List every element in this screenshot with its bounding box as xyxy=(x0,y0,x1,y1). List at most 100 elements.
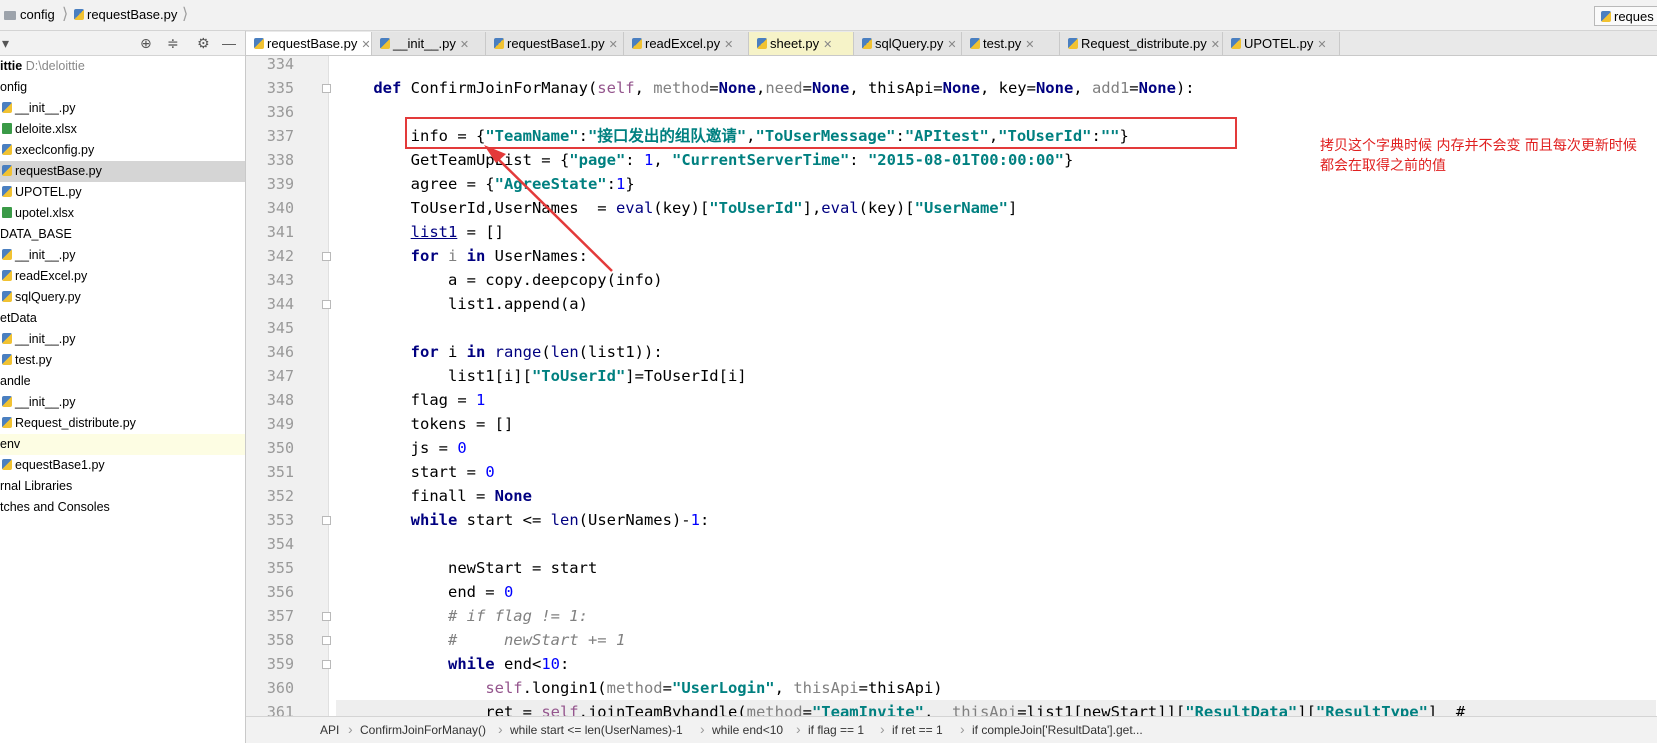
tree-item[interactable]: andle xyxy=(0,371,245,392)
tree-project-root[interactable]: ittie D:\deloittie xyxy=(0,56,245,77)
code-line[interactable]: ToUserId,UserNames = eval(key)["ToUserId… xyxy=(336,196,1018,220)
code-line[interactable]: start = 0 xyxy=(336,460,495,484)
code-breadcrumb-item[interactable]: if ret == 1 xyxy=(892,723,943,737)
close-tab-icon[interactable]: ✕ xyxy=(724,39,733,51)
tree-item[interactable]: __init__.py xyxy=(0,245,245,266)
fold-marker-icon[interactable] xyxy=(322,636,331,645)
fold-marker-icon[interactable] xyxy=(322,84,331,93)
editor-tab[interactable]: Request_distribute.py ✕ xyxy=(1060,32,1223,55)
python-file-icon xyxy=(1068,38,1078,49)
code-line[interactable]: for i in range(len(list1)): xyxy=(336,340,663,364)
close-tab-icon[interactable]: ✕ xyxy=(1211,39,1220,51)
close-tab-icon[interactable]: ✕ xyxy=(947,39,956,51)
close-tab-icon[interactable]: ✕ xyxy=(460,39,469,51)
breadcrumb-config[interactable]: config xyxy=(4,7,55,22)
tree-item[interactable]: equestBase1.py xyxy=(0,455,245,476)
fold-marker-icon[interactable] xyxy=(322,300,331,309)
hide-panel-icon[interactable]: — xyxy=(222,34,236,52)
editor-tab[interactable]: sheet.py ✕ xyxy=(749,32,854,55)
line-number: 347 xyxy=(266,367,294,385)
code-token: "AgreeState" xyxy=(494,175,607,193)
tree-item[interactable]: requestBase.py xyxy=(0,161,245,182)
code-line[interactable]: self.longin1(method="UserLogin", thisApi… xyxy=(336,676,942,700)
fold-marker-icon[interactable] xyxy=(322,612,331,621)
code-breadcrumb-item[interactable]: API xyxy=(320,723,339,737)
line-number: 357 xyxy=(266,607,294,625)
tree-item[interactable]: Request_distribute.py xyxy=(0,413,245,434)
code-line[interactable]: js = 0 xyxy=(336,436,467,460)
tree-item[interactable]: deloite.xlsx xyxy=(0,119,245,140)
code-line[interactable]: list1 = [] xyxy=(336,220,504,244)
code-line[interactable]: end = 0 xyxy=(336,580,513,604)
tree-item[interactable]: __init__.py xyxy=(0,392,245,413)
tree-item-label: test.py xyxy=(15,353,52,367)
tree-item[interactable]: onfig xyxy=(0,77,245,98)
close-tab-icon[interactable]: ✕ xyxy=(1317,39,1326,51)
code-line[interactable]: GetTeamUpList = {"page": 1, "CurrentServ… xyxy=(336,148,1074,172)
breadcrumb-requestbase[interactable]: requestBase.py xyxy=(74,7,177,22)
code-breadcrumb-item[interactable]: ConfirmJoinForManay() xyxy=(360,723,486,737)
tree-item[interactable]: tches and Consoles xyxy=(0,497,245,518)
code-line[interactable]: flag = 1 xyxy=(336,388,486,412)
tree-item-label: __init__.py xyxy=(15,395,76,409)
fold-marker-icon[interactable] xyxy=(322,516,331,525)
code-line[interactable]: a = copy.deepcopy(info) xyxy=(336,268,663,292)
close-tab-icon[interactable]: ✕ xyxy=(361,39,370,51)
editor-tab[interactable]: requestBase.py ✕ xyxy=(246,32,372,55)
editor-tab-bar: requestBase.py ✕ __init__.py ✕ requestBase1.… xyxy=(246,31,1657,56)
tree-item[interactable]: DATA_BASE xyxy=(0,224,245,245)
code-token: "2015-08-01T00:00:00" xyxy=(867,151,1064,169)
editor-tab[interactable]: sqlQuery.py ✕ xyxy=(854,32,962,55)
collapse-all-icon[interactable]: ≑ xyxy=(167,34,179,52)
editor-tab[interactable]: __init__.py ✕ xyxy=(372,32,486,55)
editor-tab[interactable]: readExcel.py ✕ xyxy=(624,32,749,55)
tree-item[interactable]: __init__.py xyxy=(0,329,245,350)
code-line[interactable]: ret = self.joinTeamByhandle(method="Team… xyxy=(336,700,1656,716)
code-token: method xyxy=(746,703,803,716)
code-line[interactable]: list1[i]["ToUserId"]=ToUserId[i] xyxy=(336,364,747,388)
code-breadcrumb-item[interactable]: while end<10 xyxy=(712,723,783,737)
fold-marker-icon[interactable] xyxy=(322,660,331,669)
code-token: finall = xyxy=(336,487,495,505)
tree-item[interactable]: etData xyxy=(0,308,245,329)
code-token: None xyxy=(942,79,980,97)
run-configuration-selector[interactable]: reques xyxy=(1594,6,1657,26)
code-breadcrumb-item[interactable]: if compleJoin['ResultData'].get... xyxy=(972,723,1143,737)
tree-item[interactable]: sqlQuery.py xyxy=(0,287,245,308)
code-line[interactable]: for i in UserNames: xyxy=(336,244,588,268)
tab-label: UPOTEL.py xyxy=(1244,36,1314,51)
tree-item[interactable]: readExcel.py xyxy=(0,266,245,287)
code-line[interactable]: def ConfirmJoinForManay(self, method=Non… xyxy=(336,76,1194,100)
code-token: : xyxy=(699,511,710,529)
editor-tab[interactable]: UPOTEL.py ✕ xyxy=(1223,32,1340,55)
tree-item[interactable]: test.py xyxy=(0,350,245,371)
code-line[interactable]: # if flag != 1: xyxy=(336,604,588,628)
code-line[interactable]: newStart = start xyxy=(336,556,597,580)
view-dropdown-icon[interactable]: ▾ xyxy=(2,34,9,52)
editor-tab[interactable]: test.py ✕ xyxy=(962,32,1060,55)
close-tab-icon[interactable]: ✕ xyxy=(609,39,618,51)
code-line[interactable]: finall = None xyxy=(336,484,532,508)
code-line[interactable]: while end<10: xyxy=(336,652,569,676)
editor-tab[interactable]: requestBase1.py ✕ xyxy=(486,32,624,55)
code-line[interactable]: list1.append(a) xyxy=(336,292,588,316)
code-token: 1 xyxy=(475,391,486,409)
code-line[interactable]: while start <= len(UserNames)-1: xyxy=(336,508,710,532)
tree-item[interactable]: UPOTEL.py xyxy=(0,182,245,203)
code-line[interactable]: agree = {"AgreeState":1} xyxy=(336,172,635,196)
close-tab-icon[interactable]: ✕ xyxy=(823,39,832,51)
tree-item[interactable]: __init__.py xyxy=(0,98,245,119)
code-token: 10 xyxy=(541,655,560,673)
tree-item[interactable]: upotel.xlsx xyxy=(0,203,245,224)
code-line[interactable]: tokens = [] xyxy=(336,412,514,436)
fold-marker-icon[interactable] xyxy=(322,252,331,261)
scroll-from-source-icon[interactable]: ⊕ xyxy=(140,34,152,52)
code-breadcrumb-item[interactable]: if flag == 1 xyxy=(808,723,864,737)
tree-item[interactable]: execlconfig.py xyxy=(0,140,245,161)
close-tab-icon[interactable]: ✕ xyxy=(1025,39,1034,51)
tree-item[interactable]: env xyxy=(0,434,245,455)
code-breadcrumb-item[interactable]: while start <= len(UserNames)-1 xyxy=(510,723,683,737)
code-line[interactable]: # newStart += 1 xyxy=(336,628,625,652)
tree-item[interactable]: rnal Libraries xyxy=(0,476,245,497)
settings-gear-icon[interactable]: ⚙ xyxy=(197,34,210,52)
